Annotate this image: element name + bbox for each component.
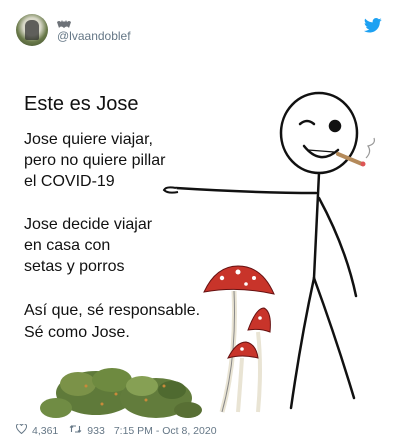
tweet-header: @lvaandoblef [0,0,400,58]
retweets-count: 933 [87,424,105,437]
meme-illustration [40,91,375,418]
stick-figure [174,91,359,410]
twitter-bird-icon[interactable] [364,18,382,38]
retweet-icon[interactable] [69,424,82,437]
tweet-footer: 4,361 933 7:15 PM - Oct 8, 2020 [15,423,222,437]
likes-count: 4,361 [32,424,59,437]
heart-icon[interactable] [15,423,28,437]
meme-image[interactable]: Este es Jose Jose quiere viajar, pero no… [16,68,384,420]
mushrooms [203,265,275,413]
tweet-timestamp[interactable]: 7:15 PM - Oct 8, 2020 [114,425,217,437]
cannabis-buds [40,368,202,418]
user-handle[interactable]: @lvaandoblef [57,29,131,43]
avatar[interactable] [16,14,48,46]
